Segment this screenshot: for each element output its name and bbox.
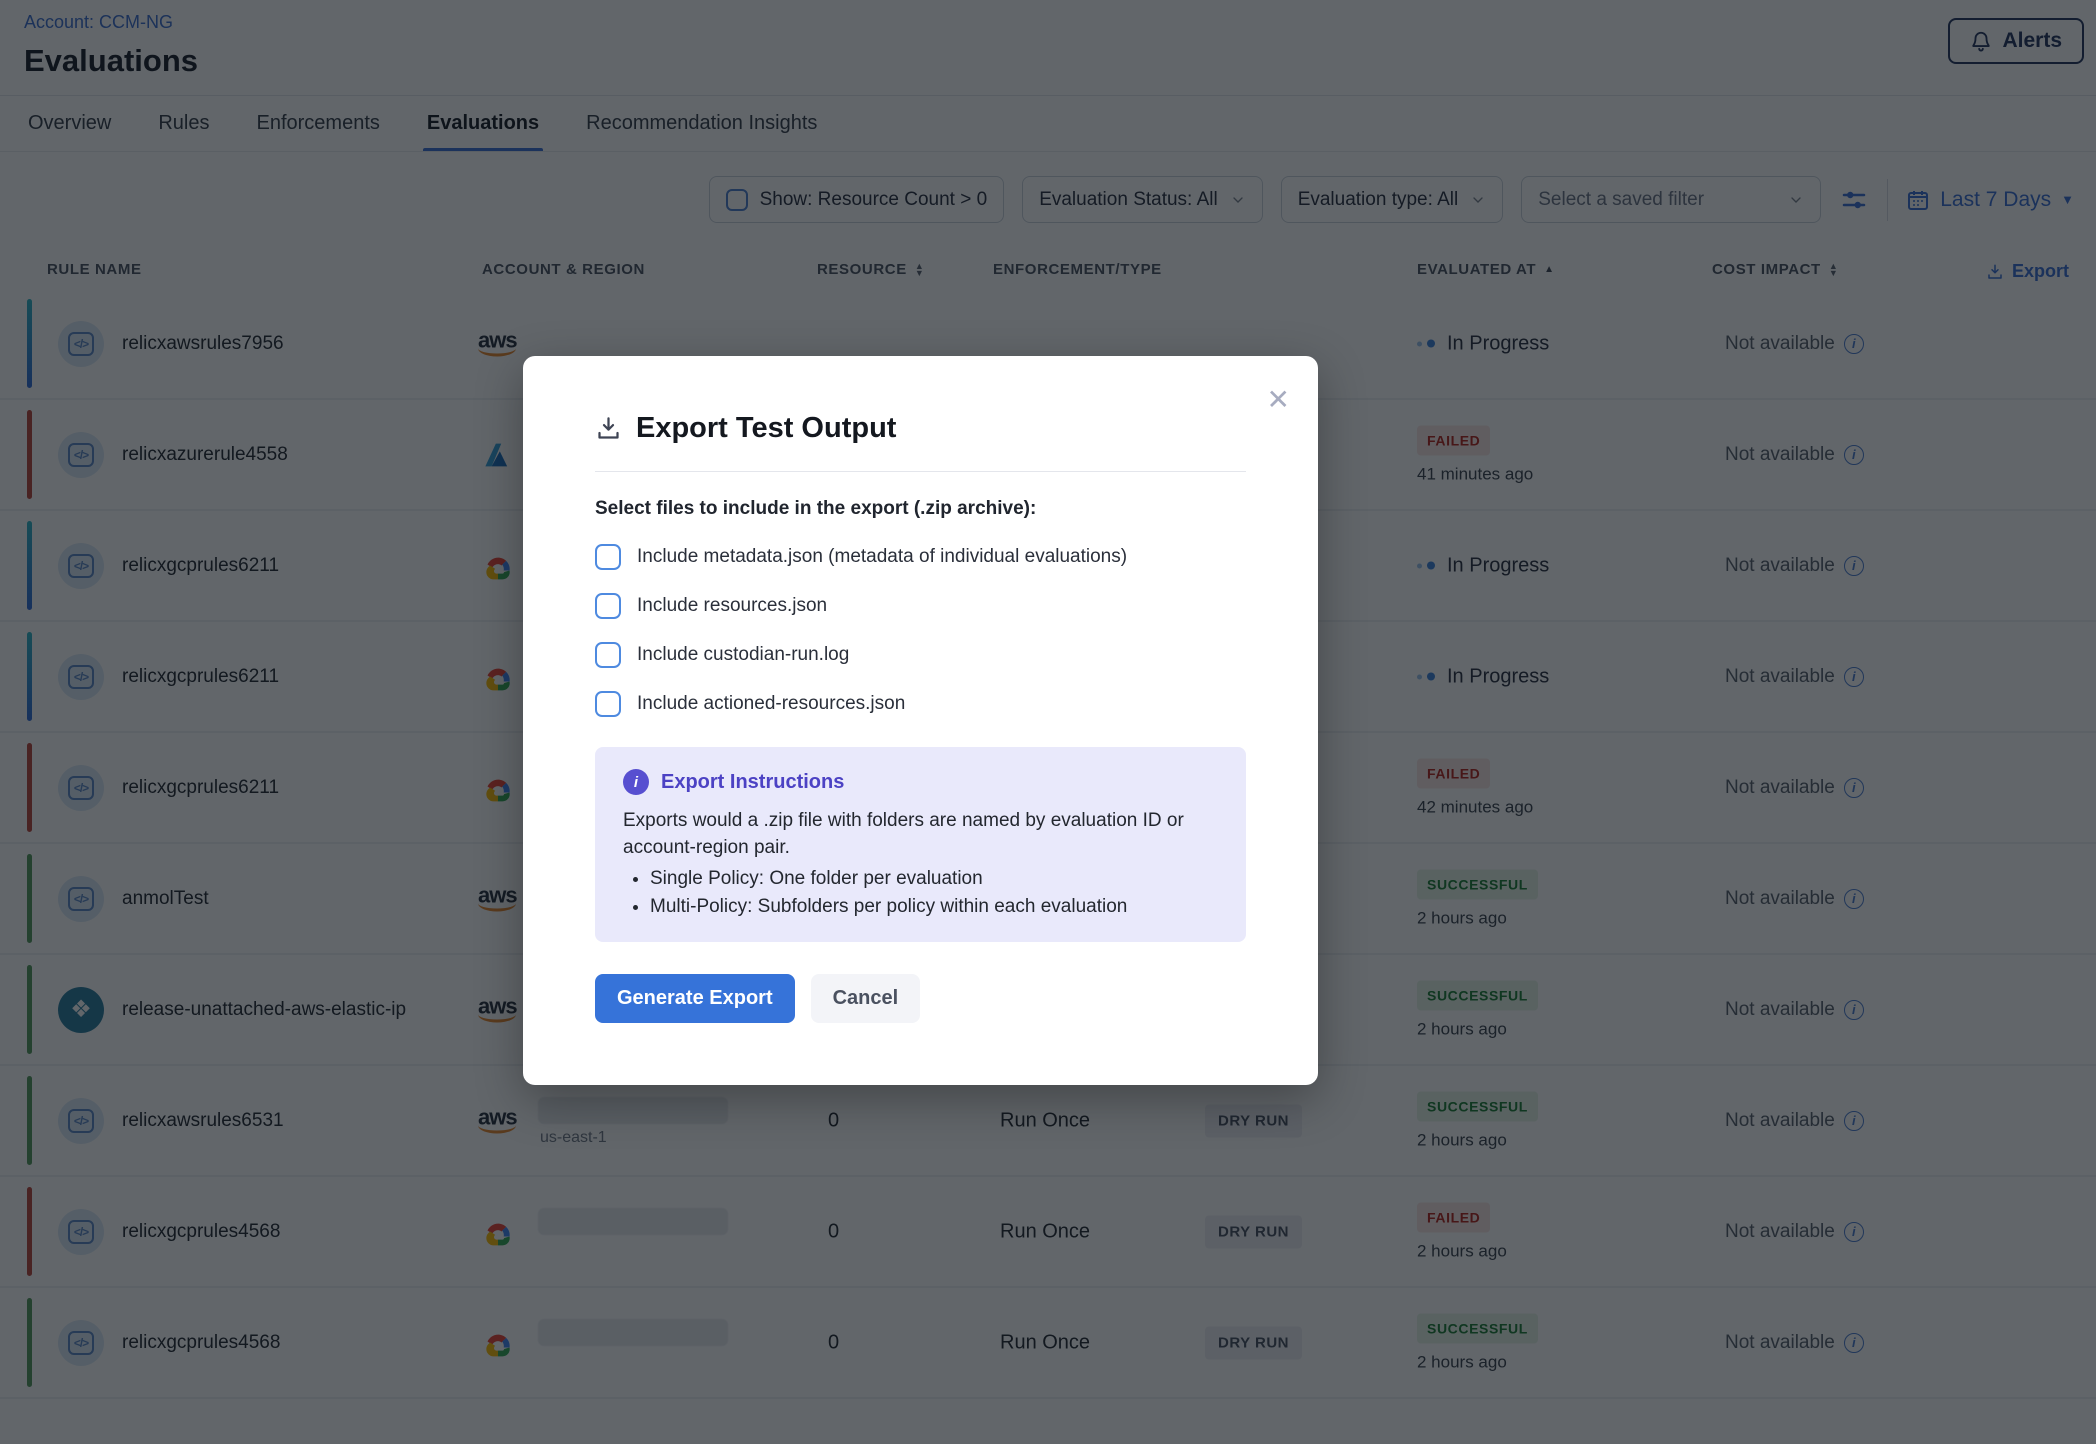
cancel-button[interactable]: Cancel [811, 974, 921, 1023]
export-options: Include metadata.json (metadata of indiv… [523, 520, 1318, 717]
export-test-output-modal: ✕ Export Test Output Select files to inc… [523, 356, 1318, 1085]
evaluations-page: Account: CCM-NG Evaluations Alerts Overv… [0, 0, 2096, 1444]
checkbox-resources-json[interactable] [595, 593, 621, 619]
checkbox-custodian-run-log[interactable] [595, 642, 621, 668]
export-instructions-callout: i Export Instructions Exports would a .z… [595, 747, 1246, 942]
bullet-single-policy: Single Policy: One folder per evaluation [650, 865, 1218, 894]
modal-title: Export Test Output [636, 412, 896, 445]
option-metadata-json[interactable]: Include metadata.json (metadata of indiv… [595, 544, 1246, 570]
download-icon [595, 415, 622, 442]
instructions-bullets: Single Policy: One folder per evaluation… [650, 865, 1218, 922]
instructions-body: Exports would a .zip file with folders a… [623, 808, 1203, 862]
option-actioned-resources-json[interactable]: Include actioned-resources.json [595, 691, 1246, 717]
close-icon[interactable]: ✕ [1267, 386, 1290, 414]
option-custodian-run-log[interactable]: Include custodian-run.log [595, 642, 1246, 668]
bullet-multi-policy: Multi-Policy: Subfolders per policy with… [650, 893, 1218, 922]
option-resources-json[interactable]: Include resources.json [595, 593, 1246, 619]
generate-export-button[interactable]: Generate Export [595, 974, 795, 1023]
info-bubble-icon: i [623, 769, 649, 795]
checkbox-metadata-json[interactable] [595, 544, 621, 570]
instructions-title: Export Instructions [661, 771, 844, 794]
select-files-label: Select files to include in the export (.… [523, 472, 1318, 520]
checkbox-actioned-resources-json[interactable] [595, 691, 621, 717]
